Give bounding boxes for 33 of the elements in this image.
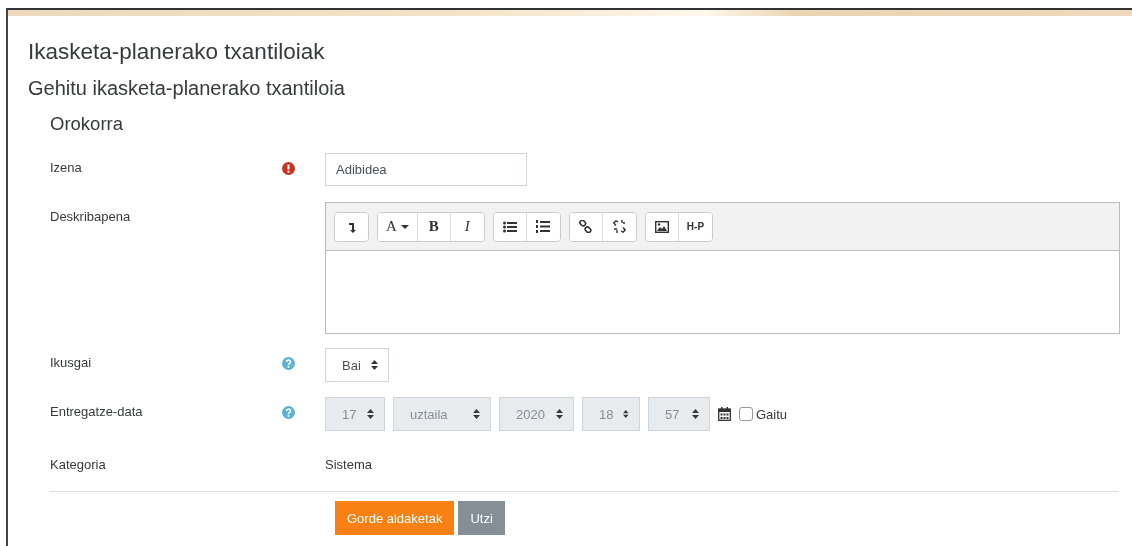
field-label: Entregatze-data: [50, 403, 144, 419]
field-label: Izena: [50, 159, 83, 175]
category-value: Sistema: [325, 456, 372, 472]
sort-arrows-icon: [692, 409, 699, 419]
checkbox[interactable]: [739, 407, 753, 421]
image-icon: [654, 220, 669, 233]
visibility-select[interactable]: Bai: [325, 348, 389, 382]
image-button[interactable]: [645, 212, 679, 241]
collapse-icon: [346, 220, 357, 233]
link-button[interactable]: [569, 212, 603, 241]
section-heading: Orokorra: [50, 113, 124, 135]
sort-arrows-icon: [370, 360, 378, 370]
unlink-icon: [612, 220, 626, 233]
calendar-icon[interactable]: [718, 407, 731, 421]
page-title: Ikasketa-planerako txantiloiak: [28, 38, 326, 65]
collapse-button[interactable]: [335, 212, 368, 241]
bulleted-list-button[interactable]: [493, 212, 527, 241]
field-label: Deskribapena: [50, 208, 132, 224]
field-label: Kategoria: [50, 456, 107, 472]
link-icon: [579, 220, 593, 233]
sort-arrows-icon: [623, 409, 629, 419]
name-field[interactable]: Adibidea: [325, 153, 527, 186]
sort-arrows-icon: [367, 409, 374, 419]
checkbox-label: Gaitu: [756, 406, 788, 422]
field-label: Ikusgai: [50, 354, 93, 370]
save-button[interactable]: Gorde aldaketak: [335, 501, 455, 535]
sort-arrows-icon: [473, 409, 480, 419]
cancel-button[interactable]: Utzi: [458, 501, 505, 535]
font-dropdown-button[interactable]: A: [378, 212, 418, 241]
sort-arrows-icon: [556, 409, 563, 419]
form-title: Gehitu ikasketa-planerako txantiloia: [28, 77, 346, 100]
bulleted-list-icon: [502, 220, 517, 233]
numbered-list-icon: [536, 220, 551, 233]
